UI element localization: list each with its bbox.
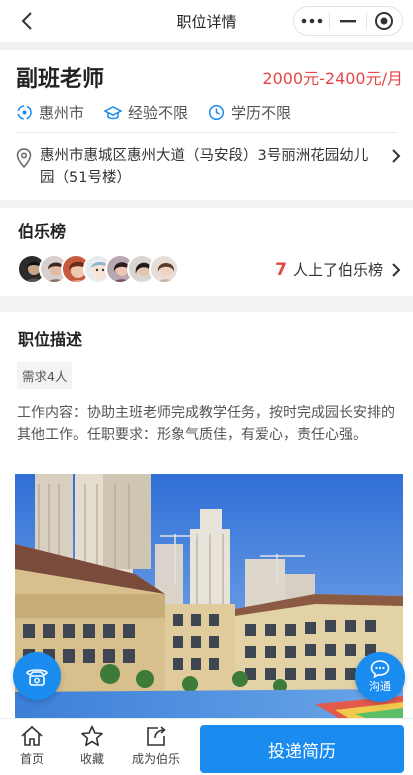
bole-count-label: 人上了伯乐榜	[292, 261, 383, 279]
location-ring-icon	[17, 105, 32, 120]
home-label: 首页	[19, 752, 44, 766]
tag-label: 学历不限	[231, 104, 292, 122]
close-miniprogram-button[interactable]	[367, 7, 402, 35]
call-button[interactable]	[13, 652, 61, 700]
bottom-action-bar: 首页 收藏 成为伯乐 投递简历	[0, 718, 413, 775]
tag-education: 学历不限	[208, 102, 291, 123]
target-circle-icon	[375, 12, 394, 30]
nav-bar: 职位详情	[0, 0, 413, 42]
chevron-right-icon[interactable]	[391, 148, 401, 164]
description-text: 工作内容：协助主班老师完成教学任务，按时完成园长安排的其他工作。任职要求：形象气…	[17, 405, 395, 443]
chevron-right-icon	[392, 262, 401, 277]
job-detail-page: 职位详情 副班老师 2000元-2400元/月 惠州市 经验不限 学历不限 惠州…	[0, 0, 413, 775]
share-icon	[147, 726, 166, 746]
job-description-card: 职位描述 需求4人 工作内容：协助主班老师完成教学任务，按时完成园长安排的其他工…	[0, 312, 413, 722]
divider	[16, 132, 397, 133]
clock-icon	[208, 104, 225, 121]
map-pin-icon	[16, 148, 32, 168]
more-dots-icon	[301, 18, 322, 24]
favorite-button[interactable]: 收藏	[64, 725, 120, 767]
job-title: 副班老师	[16, 67, 105, 92]
tag-label: 经验不限	[128, 104, 189, 122]
tag-city: 惠州市	[16, 102, 84, 123]
kindergarten-photo[interactable]	[15, 474, 403, 722]
apply-resume-button[interactable]: 投递简历	[200, 725, 404, 773]
job-tags: 惠州市 经验不限 学历不限	[16, 102, 311, 123]
favorite-label: 收藏	[79, 752, 104, 766]
home-icon	[21, 725, 43, 746]
salary-range: 2000元-2400元/月	[262, 69, 403, 88]
tag-label: 惠州市	[39, 104, 85, 122]
bole-title: 伯乐榜	[18, 222, 67, 241]
bole-count-number: 7	[275, 259, 287, 280]
tag-experience: 经验不限	[104, 102, 188, 123]
description-title: 职位描述	[18, 330, 83, 349]
building-illustration	[15, 474, 403, 722]
more-button[interactable]	[294, 7, 329, 35]
minus-icon	[339, 20, 356, 23]
miniprogram-capsule	[293, 6, 403, 36]
phone-icon	[26, 669, 48, 686]
job-address[interactable]: 惠州市惠城区惠州大道（马安段）3号丽洲花园幼儿园（51号楼）	[40, 145, 375, 189]
home-button[interactable]: 首页	[4, 725, 60, 767]
chat-bubble-icon	[370, 660, 390, 678]
chat-button[interactable]: 沟通	[355, 652, 405, 702]
chat-label: 沟通	[369, 680, 391, 693]
become-bole-button[interactable]: 成为伯乐	[128, 725, 184, 767]
become-bole-label: 成为伯乐	[131, 752, 180, 766]
headcount-badge: 需求4人	[17, 362, 73, 389]
bole-count-link[interactable]: 7 人上了伯乐榜	[275, 259, 401, 280]
job-summary-card: 副班老师 2000元-2400元/月 惠州市 经验不限 学历不限 惠州市惠城区惠…	[0, 50, 413, 200]
star-icon	[81, 725, 103, 747]
bole-ranking-card[interactable]: 伯乐榜 7 人上了伯乐榜	[0, 208, 413, 296]
minimize-button[interactable]	[330, 7, 365, 35]
graduation-cap-icon	[104, 105, 123, 119]
avatar	[149, 254, 179, 284]
